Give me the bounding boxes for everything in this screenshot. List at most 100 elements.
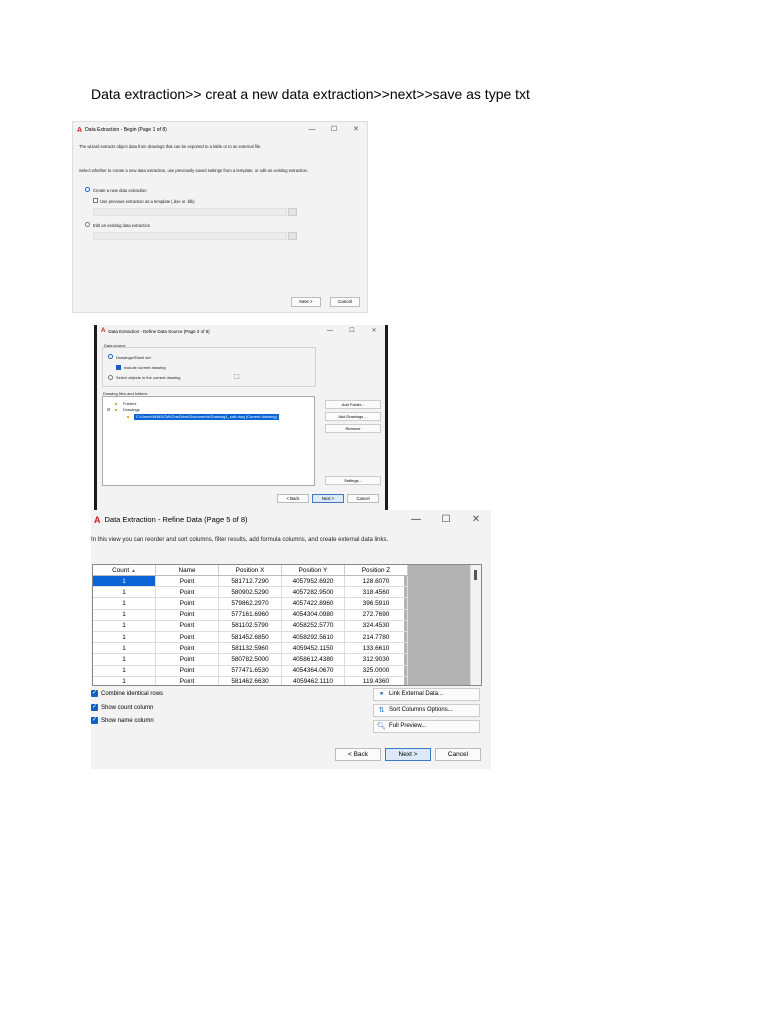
back-button[interactable]: < Back: [335, 748, 381, 761]
maximize-icon[interactable]: ☐: [431, 510, 461, 529]
maximize-icon[interactable]: ☐: [323, 122, 345, 138]
table-cell[interactable]: 396.5910: [344, 597, 408, 610]
table-cell[interactable]: 318.4560: [344, 586, 408, 599]
table-cell[interactable]: Point: [155, 597, 219, 610]
table-cell[interactable]: 1: [93, 586, 156, 599]
template-path-field[interactable]: [93, 208, 287, 216]
table-cell[interactable]: 1: [93, 676, 156, 685]
table-cell[interactable]: Point: [155, 665, 219, 677]
close-icon[interactable]: ✕: [363, 325, 385, 337]
table-cell[interactable]: 577471.6530: [218, 665, 282, 677]
add-folder-button[interactable]: Add Folder...: [325, 400, 381, 409]
tree-expand-icon[interactable]: ⊟: [107, 407, 110, 412]
use-template-checkbox[interactable]: [93, 198, 98, 203]
table-cell[interactable]: Point: [155, 609, 219, 621]
table-row[interactable]: 1 Point 577161.6960 4054304.0980 272.7690: [93, 609, 408, 621]
minimize-icon[interactable]: —: [319, 325, 341, 337]
combine-rows-checkbox[interactable]: ✓ Combine identical rows: [91, 690, 163, 697]
table-cell[interactable]: 325.0000: [344, 665, 408, 677]
column-header-position-y[interactable]: Position Y: [281, 565, 345, 576]
table-cell[interactable]: 581132.5960: [218, 642, 282, 655]
drawings-radio[interactable]: [108, 354, 113, 359]
next-button[interactable]: Next >: [291, 297, 321, 307]
table-cell[interactable]: 1: [93, 642, 156, 655]
table-cell[interactable]: Point: [155, 642, 219, 655]
table-cell[interactable]: 1: [93, 575, 156, 588]
cancel-button[interactable]: Cancel: [330, 297, 360, 307]
table-row[interactable]: 1 Point 579862.2970 4057422.8960 396.5910: [93, 597, 408, 610]
cancel-button[interactable]: Cancel: [435, 748, 481, 761]
selected-drawing-item[interactable]: C:\Users\WINDOW\OneDrive\Documents\Drawi…: [134, 414, 279, 420]
table-cell[interactable]: 272.7690: [344, 609, 408, 621]
data-grid[interactable]: Count ▲ Name Position X Position Y Posit…: [92, 564, 482, 686]
show-name-checkbox[interactable]: ✓ Show name column: [91, 717, 154, 724]
table-cell[interactable]: 581452.6850: [218, 631, 282, 644]
table-cell[interactable]: 324.4530: [344, 620, 408, 632]
column-header-count[interactable]: Count ▲: [93, 565, 156, 576]
grid-scrollbar[interactable]: [470, 565, 481, 685]
table-row[interactable]: 1 Point 581712.7290 4057952.6920 128.6070: [93, 575, 408, 588]
cancel-button[interactable]: Cancel: [347, 494, 379, 503]
table-row[interactable]: 1 Point 581132.5960 4059452.1150 133.6610: [93, 642, 408, 655]
table-cell[interactable]: 4057282.9500: [281, 586, 345, 599]
column-header-position-z[interactable]: Position Z: [344, 565, 408, 576]
create-new-radio[interactable]: [85, 187, 90, 192]
sort-columns-options-button[interactable]: ⇅ Sort Columns Options...: [373, 704, 480, 717]
table-row[interactable]: 1 Point 580782.5000 4058612.4380 312.9030: [93, 653, 408, 666]
scrollbar-thumb[interactable]: [474, 570, 477, 580]
table-cell[interactable]: 4058292.5610: [281, 631, 345, 644]
table-cell[interactable]: 133.6610: [344, 642, 408, 655]
edit-existing-radio[interactable]: [85, 222, 90, 227]
extracted-data-table[interactable]: Count ▲ Name Position X Position Y Posit…: [93, 565, 408, 685]
table-cell[interactable]: 128.6070: [344, 575, 408, 588]
table-row[interactable]: 1 Point 581102.5790 4058252.5770 324.4530: [93, 620, 408, 632]
table-cell[interactable]: 312.9030: [344, 653, 408, 666]
tree-folders[interactable]: Folders: [123, 401, 136, 406]
drawing-files-tree[interactable]: ■ Folders ⊟ ■ Drawings ■ C:\Users\WINDOW…: [102, 396, 315, 486]
table-cell[interactable]: 581462.6630: [218, 676, 282, 685]
table-cell[interactable]: 4059452.1150: [281, 642, 345, 655]
table-cell[interactable]: Point: [155, 586, 219, 599]
table-cell[interactable]: 580782.5000: [218, 653, 282, 666]
close-icon[interactable]: ✕: [461, 510, 491, 529]
table-cell[interactable]: 4057422.8960: [281, 597, 345, 610]
include-current-checkbox[interactable]: [116, 365, 121, 370]
remove-button[interactable]: Remove: [325, 424, 381, 433]
add-drawings-button[interactable]: Add Drawings ...: [325, 412, 381, 421]
table-cell[interactable]: Point: [155, 653, 219, 666]
column-header-position-x[interactable]: Position X: [218, 565, 282, 576]
link-external-data-button[interactable]: ⚭ Link External Data...: [373, 688, 480, 701]
column-header-name[interactable]: Name: [155, 565, 219, 576]
table-cell[interactable]: 214.7780: [344, 631, 408, 644]
table-cell[interactable]: Point: [155, 631, 219, 644]
show-count-checkbox[interactable]: ✓ Show count column: [91, 704, 153, 711]
table-cell[interactable]: 4059462.1110: [281, 676, 345, 685]
table-cell[interactable]: 4058612.4380: [281, 653, 345, 666]
table-cell[interactable]: 4054364.0670: [281, 665, 345, 677]
tree-drawings[interactable]: Drawings: [123, 407, 140, 412]
next-button[interactable]: Next >: [385, 748, 431, 761]
table-row[interactable]: 1 Point 577471.6530 4054364.0670 325.0000: [93, 665, 408, 677]
table-cell[interactable]: 581712.7290: [218, 575, 282, 588]
template-browse-button[interactable]: [288, 208, 297, 216]
select-objects-radio[interactable]: [108, 375, 113, 380]
table-cell[interactable]: 4058252.5770: [281, 620, 345, 632]
table-cell[interactable]: 1: [93, 597, 156, 610]
table-cell[interactable]: 1: [93, 609, 156, 621]
table-cell[interactable]: 577161.6960: [218, 609, 282, 621]
next-button[interactable]: Next >: [312, 494, 344, 503]
table-cell[interactable]: 581102.5790: [218, 620, 282, 632]
table-cell[interactable]: Point: [155, 620, 219, 632]
table-cell[interactable]: 1: [93, 620, 156, 632]
existing-browse-button[interactable]: [288, 232, 297, 240]
table-cell[interactable]: Point: [155, 575, 219, 588]
existing-path-field[interactable]: [93, 232, 287, 240]
table-cell[interactable]: Point: [155, 676, 219, 685]
table-cell[interactable]: 1: [93, 631, 156, 644]
table-cell[interactable]: 119.4360: [344, 676, 408, 685]
maximize-icon[interactable]: ☐: [341, 325, 363, 337]
table-row[interactable]: 1 Point 581462.6630 4059462.1110 119.4360: [93, 676, 408, 685]
close-icon[interactable]: ✕: [345, 122, 367, 138]
back-button[interactable]: < Back: [277, 494, 309, 503]
table-cell[interactable]: 4057952.6920: [281, 575, 345, 588]
